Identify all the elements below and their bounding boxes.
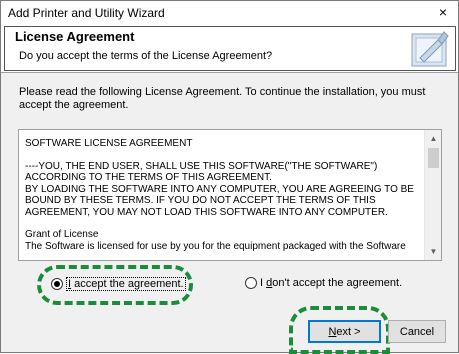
license-text-area[interactable]: SOFTWARE LICENSE AGREEMENT ----YOU, THE …	[18, 129, 442, 261]
accept-label[interactable]: I accept the agreement.	[66, 277, 186, 291]
scroll-up-arrow-icon[interactable]: ▲	[425, 130, 441, 147]
window-title: Add Printer and Utility Wizard	[8, 6, 165, 20]
decline-radio-button[interactable]	[245, 277, 257, 289]
page-title: License Agreement	[15, 29, 135, 44]
wizard-header: License Agreement Do you accept the term…	[1, 24, 458, 73]
vertical-scrollbar[interactable]: ▲ ▼	[424, 130, 441, 260]
close-button[interactable]: ×	[428, 1, 458, 23]
next-button[interactable]: Next >	[308, 320, 381, 343]
grant-heading: Grant of License	[25, 229, 99, 240]
instructions-text: Please read the following License Agreem…	[19, 86, 426, 111]
accept-radio-option[interactable]: I accept the agreement.	[51, 277, 186, 291]
license-document-icon	[411, 31, 449, 67]
scroll-thumb[interactable]	[428, 148, 439, 168]
radio-selected-dot	[54, 281, 60, 287]
decline-label[interactable]: I don't accept the agreement.	[260, 277, 402, 289]
accept-radio-button[interactable]	[51, 278, 63, 290]
scroll-down-arrow-icon[interactable]: ▼	[425, 243, 441, 260]
title-bar: Add Printer and Utility Wizard ×	[1, 1, 458, 24]
page-subtitle: Do you accept the terms of the License A…	[19, 50, 273, 62]
wizard-window: Add Printer and Utility Wizard × License…	[0, 0, 459, 354]
license-content: SOFTWARE LICENSE AGREEMENT ----YOU, THE …	[25, 138, 421, 260]
license-paragraph-1: ----YOU, THE END USER, SHALL USE THIS SO…	[25, 160, 378, 184]
grant-text: The Software is licensed for use by you …	[25, 240, 406, 252]
license-paragraph-2: BY LOADING THE SOFTWARE INTO ANY COMPUTE…	[25, 183, 414, 218]
cancel-button[interactable]: Cancel	[388, 320, 446, 343]
license-heading: SOFTWARE LICENSE AGREEMENT	[25, 138, 193, 149]
decline-radio-option[interactable]: I don't accept the agreement.	[245, 277, 402, 289]
